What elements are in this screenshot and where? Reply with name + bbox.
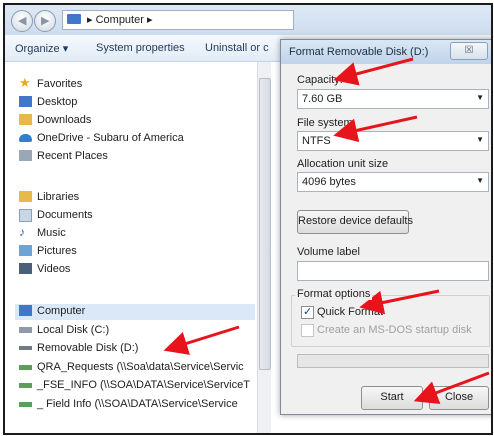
removable-drive-icon — [19, 346, 32, 350]
volume-label-label: Volume label — [297, 246, 360, 258]
chevron-down-icon: ▼ — [476, 135, 484, 144]
navigation-pane: ★ Favorites Desktop Downloads OneDrive -… — [5, 62, 255, 433]
format-options-group: ✓ Quick Format Create an MS-DOS startup … — [291, 295, 490, 347]
volume-label-input[interactable] — [297, 261, 489, 281]
allocation-label: Allocation unit size — [297, 158, 389, 170]
network-drive-icon — [19, 365, 32, 370]
back-arrow-icon: ◀ — [18, 15, 27, 27]
checkmark-icon: ✓ — [303, 306, 313, 318]
computer-icon — [19, 305, 32, 316]
quick-format-checkbox[interactable]: ✓ — [301, 306, 314, 319]
restore-defaults-button[interactable]: Restore device defaults — [297, 210, 413, 234]
msdos-label: Create an MS-DOS startup disk — [317, 324, 472, 336]
breadcrumb-text: ▸ Computer ▸ — [87, 14, 153, 26]
documents-icon — [19, 209, 32, 222]
chevron-down-icon: ▼ — [476, 93, 484, 102]
format-progress-bar — [297, 354, 489, 368]
cloud-icon — [19, 134, 32, 142]
star-icon: ★ — [19, 75, 31, 90]
network-drive-icon — [19, 383, 32, 388]
allocation-value: 4096 bytes — [302, 176, 356, 188]
close-button[interactable]: Close — [429, 386, 489, 410]
filesystem-select[interactable]: NTFS ▼ — [297, 131, 489, 151]
desktop-icon — [19, 96, 32, 107]
forward-button[interactable]: ▶ — [34, 10, 56, 32]
network-drive-icon — [19, 402, 32, 407]
filesystem-value: NTFS — [302, 135, 331, 147]
scrollbar-thumb[interactable] — [259, 78, 271, 370]
dialog-title: Format Removable Disk (D:) — [289, 46, 429, 58]
back-button[interactable]: ◀ — [11, 10, 33, 32]
system-properties-button[interactable]: System properties — [96, 42, 185, 54]
pictures-icon — [19, 245, 32, 256]
explorer-window: ◀ ▶ ▸ Computer ▸ Organize ▾ System prope… — [3, 3, 493, 435]
dialog-titlebar: Format Removable Disk (D:) ☒ — [281, 40, 491, 64]
hard-drive-icon — [19, 327, 32, 333]
start-button[interactable]: Start — [361, 386, 423, 410]
allocation-select[interactable]: 4096 bytes ▼ — [297, 172, 489, 192]
recent-places-icon — [19, 150, 32, 161]
nav-pane-scrollbar[interactable] — [257, 62, 271, 433]
msdos-checkbox[interactable] — [301, 324, 314, 337]
filesystem-label: File system — [297, 117, 353, 129]
dialog-close-x-button[interactable]: ☒ — [450, 42, 488, 60]
capacity-select[interactable]: 7.60 GB ▼ — [297, 89, 489, 109]
capacity-value: 7.60 GB — [302, 93, 343, 105]
close-icon: ☒ — [464, 45, 474, 56]
format-dialog: Format Removable Disk (D:) ☒ Capacity: 7… — [280, 39, 491, 415]
computer-icon — [67, 14, 81, 24]
organize-button[interactable]: Organize ▾ — [15, 42, 68, 55]
forward-arrow-icon: ▶ — [41, 15, 50, 27]
libraries-icon — [19, 191, 32, 202]
nav-computer[interactable]: Computer — [15, 304, 255, 320]
chevron-down-icon: ▼ — [476, 176, 484, 185]
capacity-label: Capacity: — [297, 74, 343, 86]
quick-format-label[interactable]: Quick Format — [317, 306, 383, 318]
videos-icon — [19, 263, 32, 274]
format-options-label: Format options — [295, 288, 373, 300]
address-bar-area: ◀ ▶ ▸ Computer ▸ — [5, 5, 491, 35]
music-icon: ♪ — [19, 225, 25, 239]
uninstall-button[interactable]: Uninstall or c — [205, 42, 269, 54]
breadcrumb[interactable]: ▸ Computer ▸ — [62, 10, 294, 30]
downloads-icon — [19, 114, 32, 125]
